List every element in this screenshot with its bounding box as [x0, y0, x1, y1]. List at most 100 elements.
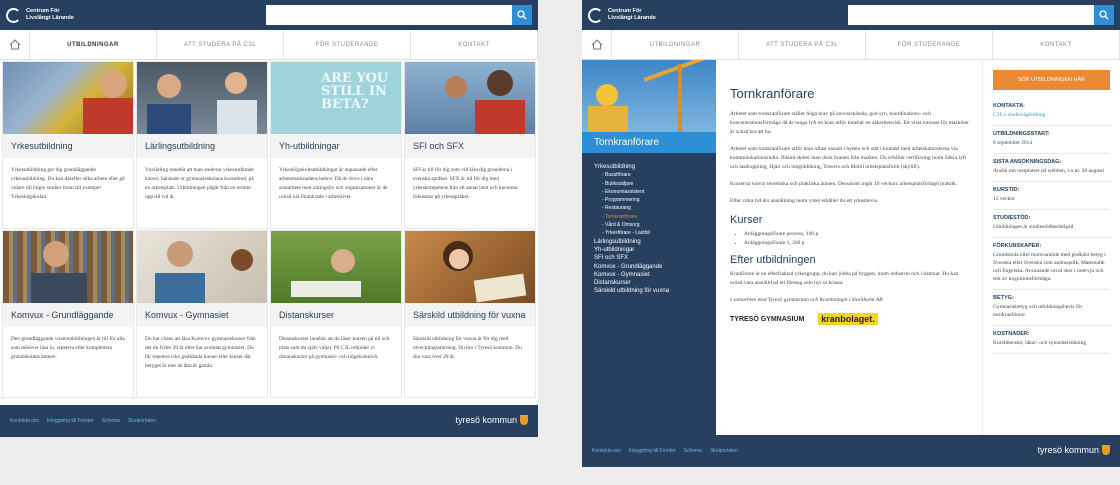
logo-icon [6, 7, 21, 23]
tile-photo [137, 231, 267, 303]
program-tile[interactable]: Lärlingsutbildning Vuxlärling innebär at… [136, 61, 268, 229]
tile-photo [405, 62, 535, 134]
kranbolaget-logo[interactable]: kranbolaget. [818, 313, 878, 325]
site-logo[interactable]: Centrum För Livslångt Lärande [6, 7, 74, 23]
logo-line-1: Centrum För [608, 8, 642, 14]
info-label: BETYG: [993, 295, 1014, 301]
nav-kontakt[interactable]: KONTAKT [993, 30, 1120, 59]
search-input[interactable] [266, 5, 512, 25]
tile-description: Distanskurser innebär att du läser kurse… [279, 336, 390, 360]
home-button[interactable] [582, 30, 612, 59]
apply-button[interactable]: SÖK UTBILDNINGEN HÄR [993, 70, 1110, 90]
nav-utbildningar[interactable]: UTBILDNINGAR [612, 30, 739, 59]
program-tile[interactable]: ARE YOU STILL IN BETA? Yh-utbildningar Yrk… [270, 61, 402, 229]
program-tile[interactable]: Särskild utbildning för vuxna Särskild u… [404, 230, 536, 398]
footer-link-fronter[interactable]: Inloggning till Fronter [629, 448, 676, 454]
footer-link-kontakt[interactable]: Kontakta oss [592, 448, 621, 454]
nav-att-studera[interactable]: ATT STUDERA PÅ C3L [739, 30, 866, 59]
nav-for-studerande[interactable]: FÖR STUDERANDE [284, 30, 411, 59]
section-menu-item[interactable]: Lärlingsutbildning [594, 238, 716, 246]
tile-photo [271, 231, 401, 303]
search-icon [1099, 10, 1109, 20]
logo-line-1: Centrum För [26, 8, 60, 14]
footer-link-schema[interactable]: Schema [102, 418, 120, 424]
section-submenu-item[interactable]: - Yrkesförare - Lastbil [594, 229, 716, 237]
municipality-logo[interactable]: tyresö kommun [1037, 445, 1110, 455]
section-submenu-item[interactable]: - Vård & Omsorg [594, 221, 716, 229]
info-value: Grundskola eller motsvarande med godkänt… [993, 252, 1106, 282]
section-submenu-item[interactable]: - Busstförare [594, 171, 716, 179]
program-tile[interactable]: Yrkesutbildning Yrkesutbildning ger dig … [2, 61, 134, 229]
nav-kontakt[interactable]: KONTAKT [411, 30, 538, 59]
info-label: KONTAKTA: [993, 103, 1025, 109]
section-submenu-item[interactable]: - Restaurang [594, 204, 716, 212]
search-icon [517, 10, 527, 20]
footer-link-skolportalen[interactable]: Skolportalen [710, 448, 738, 454]
tile-title: Yrkesutbildning [3, 134, 133, 158]
partner-note: I samarbete med Tyresö gymnasium och Kra… [730, 297, 883, 303]
paragraph: Arbetet som tornkranförare utför man oft… [730, 146, 967, 170]
info-label: KOSTNADER: [993, 331, 1030, 337]
tile-title: Särskild utbildning för vuxna [405, 303, 535, 327]
info-block: STUDIESTÖD: Utbildningen är studiestödber… [993, 210, 1110, 238]
paragraph: Kurserna varvar teoretiska och praktiska… [730, 181, 958, 187]
tyreso-gymnasium-logo[interactable]: TYRESÖ GYMNASIUM [730, 316, 804, 323]
shield-icon [1102, 445, 1110, 455]
tile-description: Du har chans att läsa Komvux gymnasiekur… [145, 336, 256, 369]
site-header: Centrum För Livslångt Lärande [582, 0, 1120, 30]
site-logo[interactable]: Centrum För Livslångt Lärande [588, 7, 656, 23]
tile-description: Särskild utbildning för vuxna är för dig… [413, 336, 522, 360]
nav-for-studerande[interactable]: FÖR STUDERANDE [866, 30, 993, 59]
section-submenu-item[interactable]: - Ekonomiassistent [594, 188, 716, 196]
info-value: Gymnasiebetyg och utbildningsbevis för t… [993, 304, 1083, 318]
footer-link-skolportalen[interactable]: Skolportalen [128, 418, 156, 424]
site-footer: Kontakta oss Inloggning till Fronter Sch… [582, 435, 1120, 467]
site-header: Centrum För Livslångt Lärande [0, 0, 538, 30]
info-label: UTBILDNINGSSTART: [993, 131, 1050, 137]
program-tile[interactable]: Distanskurser Distanskurser innebär att … [270, 230, 402, 398]
shield-icon [520, 415, 528, 425]
program-tile[interactable]: Komvux - Gymnasiet Du har chans att läsa… [136, 230, 268, 398]
info-block: KONTAKTA: C3L:s studievägledning [993, 98, 1110, 126]
home-button[interactable] [0, 30, 30, 59]
section-submenu-item[interactable]: - Butikssäljare [594, 180, 716, 188]
section-submenu-item[interactable]: - Tornkranförare [594, 213, 716, 221]
program-tile[interactable]: SFI och SFX SFI är till för dig som vill… [404, 61, 536, 229]
search-button[interactable] [512, 5, 532, 25]
info-label: SISTA ANSÖKNINGSDAG: [993, 159, 1062, 165]
info-link[interactable]: C3L:s studievägledning [993, 111, 1110, 119]
search-bar [266, 5, 532, 25]
search-input[interactable] [848, 5, 1094, 25]
home-icon [591, 39, 602, 50]
section-menu-item[interactable]: Yrkesutbildning [594, 163, 716, 171]
section-sidebar: Tornkranförare Yrkesutbildning - Busstför… [582, 60, 716, 435]
paragraph: Kranförare är en efterfraktad yrkesgrupp… [730, 271, 959, 286]
info-block: KOSTNADER: Kurslitteratur, läkar- och syn… [993, 326, 1110, 354]
info-label: KURSTID: [993, 187, 1020, 193]
footer-link-kontakt[interactable]: Kontakta oss [10, 418, 39, 424]
section-menu-item[interactable]: Distanskurser [594, 279, 716, 287]
section-menu-item[interactable]: Särskild utbildning för vuxna [594, 287, 716, 295]
program-tile[interactable]: Komvux - Grundläggande Den grundläggande… [2, 230, 134, 398]
search-button[interactable] [1094, 5, 1114, 25]
home-icon [9, 39, 20, 50]
info-value: Ansök om restplatser på webben, t.o.m. 2… [993, 168, 1105, 174]
section-menu-item[interactable]: SFI och SFX [594, 254, 716, 262]
tile-title: Lärlingsutbildning [137, 134, 267, 158]
section-menu-item[interactable]: Komvux - Grundläggande [594, 263, 716, 271]
footer-link-fronter[interactable]: Inloggning till Fronter [47, 418, 94, 424]
nav-att-studera[interactable]: ATT STUDERA PÅ C3L [157, 30, 284, 59]
section-menu-item[interactable]: Komvux - Gymnasiet [594, 271, 716, 279]
search-bar [848, 5, 1114, 25]
section-menu-item[interactable]: Yh-utbildningar [594, 246, 716, 254]
logo-icon [588, 7, 603, 23]
info-label: FÖRKUNSKAPER: [993, 243, 1042, 249]
nav-utbildningar[interactable]: UTBILDNINGAR [30, 30, 157, 59]
info-value: Utbildningen är studiestödberättigad [993, 224, 1074, 230]
section-submenu-item[interactable]: - Programmering [594, 196, 716, 204]
municipality-logo[interactable]: tyresö kommun [455, 415, 528, 425]
overview-page: Centrum För Livslångt Lärande UTBILDNING… [0, 0, 538, 437]
footer-link-schema[interactable]: Schema [684, 448, 702, 454]
program-grid: Yrkesutbildning Yrkesutbildning ger dig … [0, 60, 538, 399]
article: Tornkranförare Arbetet som tornkranförar… [716, 60, 982, 435]
